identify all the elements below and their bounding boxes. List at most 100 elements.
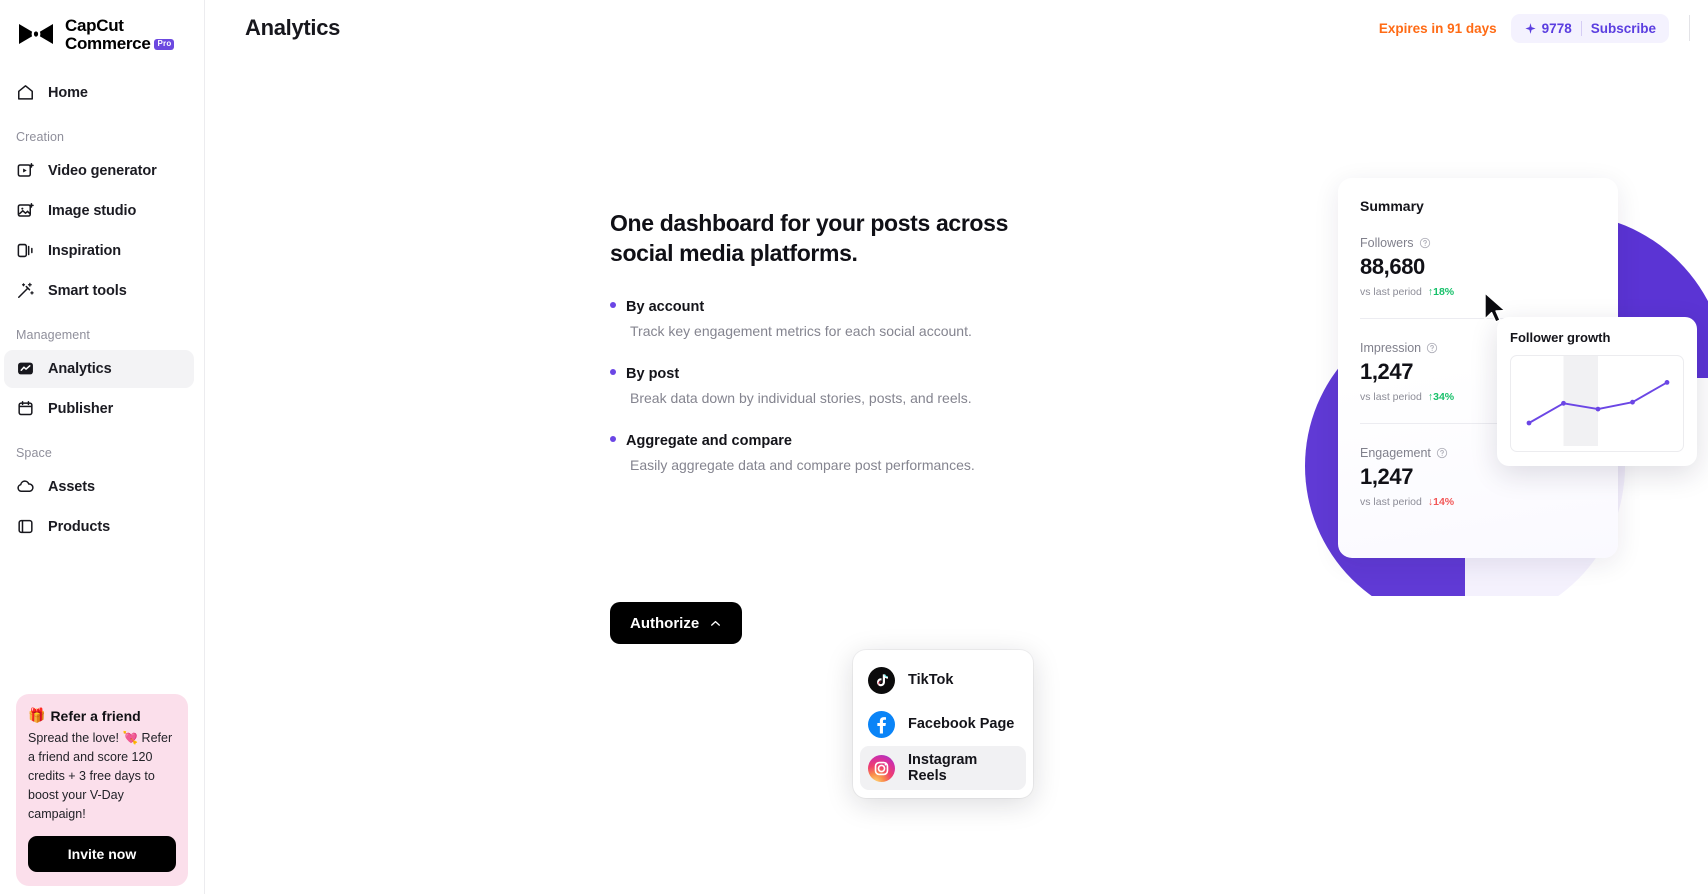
products-icon — [18, 520, 33, 534]
sidebar-item-image-studio[interactable]: Image studio — [4, 192, 194, 230]
brand-line-1: CapCut — [65, 16, 124, 35]
smart-tools-icon — [18, 282, 34, 299]
metric-compare-label: vs last period — [1360, 391, 1422, 403]
metric-delta: ↑18% — [1427, 286, 1455, 298]
sidebar-item-label: Video generator — [48, 162, 157, 179]
follower-growth-tooltip: Follower growth — [1497, 317, 1697, 466]
refer-title: Refer a friend — [50, 707, 141, 724]
feature-title: By account — [626, 298, 705, 315]
help-icon[interactable] — [1419, 237, 1431, 249]
bullet-dot-icon — [610, 369, 616, 376]
brand-logo-block[interactable]: CapCut Commerce Pro — [0, 0, 204, 54]
help-icon[interactable] — [1436, 447, 1448, 459]
instagram-icon — [868, 754, 895, 782]
authorize-dropdown-menu: TikTok Facebook Page Instagram Reels — [853, 650, 1033, 798]
authorize-wrap: Authorize — [610, 602, 743, 644]
sparkle-icon — [1525, 22, 1536, 34]
sidebar-item-label: Smart tools — [48, 282, 127, 299]
menu-item-facebook-page[interactable]: Facebook Page — [860, 702, 1026, 746]
tiktok-icon — [868, 666, 895, 694]
summary-title: Summary — [1360, 198, 1424, 214]
menu-item-label: TikTok — [908, 672, 954, 688]
sidebar-item-smart-tools[interactable]: Smart tools — [4, 272, 194, 310]
inspiration-icon — [17, 244, 33, 258]
feature-list: By account Track key engagement metrics … — [610, 299, 1030, 476]
sidebar-section-space: Space — [16, 445, 52, 460]
sidebar-item-home[interactable]: Home — [4, 74, 194, 112]
menu-item-label: Facebook Page — [908, 716, 1015, 732]
feature-item: By post Break data down by individual st… — [610, 366, 1030, 408]
sidebar-item-publisher[interactable]: Publisher — [4, 390, 194, 428]
menu-item-instagram-reels[interactable]: Instagram Reels — [860, 746, 1026, 790]
feature-desc: Track key engagement metrics for each so… — [630, 322, 972, 339]
feature-item: By account Track key engagement metrics … — [610, 299, 1030, 341]
sidebar-item-video-generator[interactable]: Video generator — [4, 152, 194, 190]
sidebar-item-inspiration[interactable]: Inspiration — [4, 232, 194, 270]
metric-label-row: Followers — [1360, 236, 1596, 250]
sidebar: CapCut Commerce Pro Home Creation Video … — [0, 0, 205, 894]
sidebar-item-label: Products — [48, 518, 111, 535]
hero-copy: One dashboard for your posts across soci… — [610, 208, 1030, 501]
refer-title-row: 🎁 Refer a friend — [28, 707, 176, 724]
authorize-button[interactable]: Authorize — [610, 602, 743, 644]
invite-now-button[interactable]: Invite now — [28, 836, 176, 872]
bullet-dot-icon — [610, 436, 616, 443]
expiry-notice: Expires in 91 days — [1378, 20, 1497, 36]
sidebar-item-label: Assets — [48, 478, 95, 495]
sidebar-section-creation: Creation — [16, 129, 65, 144]
mouse-cursor — [1484, 292, 1506, 323]
credit-value: 9778 — [1541, 20, 1572, 36]
refer-a-friend-card: 🎁 Refer a friend Spread the love! 💘 Refe… — [16, 694, 188, 886]
help-icon[interactable] — [1426, 342, 1438, 354]
chevron-up-icon — [711, 620, 721, 626]
feature-title: By post — [626, 366, 680, 383]
sidebar-item-analytics[interactable]: Analytics — [4, 349, 194, 388]
sparkline-svg — [1526, 356, 1670, 446]
subscribe-link[interactable]: Subscribe — [1591, 21, 1656, 36]
menu-item-tiktok[interactable]: TikTok — [860, 658, 1026, 702]
assets-icon — [17, 480, 34, 493]
image-studio-icon — [17, 203, 34, 218]
sidebar-item-label: Inspiration — [48, 242, 122, 259]
topbar-divider — [1689, 15, 1690, 41]
sparkline-chart — [1510, 355, 1684, 452]
sidebar-section-management: Management — [16, 327, 90, 342]
capcut-logo-icon — [19, 24, 53, 45]
metric-delta: ↑34% — [1427, 391, 1455, 403]
sidebar-nav: Home Creation Video generator Image stud… — [0, 74, 204, 546]
metric-sub-row: vs last period ↑18% — [1360, 286, 1596, 298]
menu-item-label: Instagram Reels — [908, 752, 978, 784]
publisher-icon — [18, 401, 33, 416]
video-generator-icon — [17, 163, 34, 178]
pill-divider — [1580, 20, 1582, 36]
topbar: Analytics Expires in 91 days 9778 Subscr… — [205, 0, 1708, 56]
feature-title: Aggregate and compare — [626, 433, 792, 450]
metric-label: Engagement — [1360, 446, 1431, 460]
credit-count: 9778 — [1524, 21, 1572, 36]
sidebar-item-label: Publisher — [48, 400, 114, 417]
refer-body: Spread the love! 💘 Refer a friend and sc… — [28, 731, 173, 821]
main-area: Analytics Expires in 91 days 9778 Subscr… — [205, 0, 1708, 894]
sidebar-item-assets[interactable]: Assets — [4, 468, 194, 506]
metric-compare-label: vs last period — [1360, 286, 1422, 298]
sidebar-item-label: Image studio — [48, 202, 137, 219]
feature-desc: Easily aggregate data and compare post p… — [630, 457, 975, 474]
page-title: Analytics — [245, 15, 341, 40]
analytics-icon — [18, 362, 33, 375]
pro-badge: Pro — [154, 39, 175, 51]
tooltip-title: Follower growth — [1510, 330, 1611, 345]
facebook-icon — [868, 710, 895, 738]
metric-label: Impression — [1360, 341, 1422, 355]
credits-pill[interactable]: 9778 Subscribe — [1510, 13, 1669, 43]
sidebar-item-products[interactable]: Products — [4, 508, 194, 546]
gift-icon: 🎁 — [28, 707, 46, 723]
metric-label: Followers — [1360, 236, 1414, 250]
bullet-dot-icon — [610, 301, 616, 308]
metric-compare-label: vs last period — [1360, 496, 1422, 508]
metric-sub-row: vs last period ↓14% — [1360, 496, 1596, 508]
app-root: CapCut Commerce Pro Home Creation Video … — [0, 0, 1708, 894]
metric-delta: ↓14% — [1427, 496, 1455, 508]
authorize-label: Authorize — [630, 614, 700, 632]
brand-line-2: Commerce — [65, 34, 151, 54]
hero-heading: One dashboard for your posts across soci… — [610, 210, 1009, 267]
